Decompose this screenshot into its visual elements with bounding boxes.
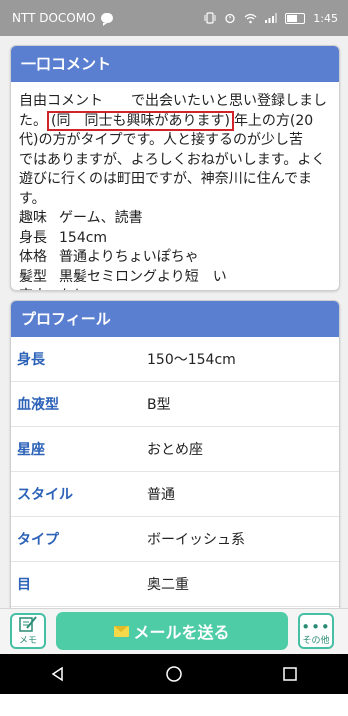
vibrate-icon: [204, 12, 216, 24]
profile-row-eyes: 目 奥二重: [11, 562, 339, 607]
memo-button[interactable]: メモ: [10, 613, 46, 649]
attr-value: 普通よりちょいぽちゃ: [59, 249, 199, 265]
attr-row-height: 身長 154cm: [19, 229, 331, 249]
profile-value: 150〜154cm: [147, 352, 236, 368]
profile-card: プロフィール 身長 150〜154cm 血液型 B型 星座 おとめ座 スタイル 普通 タ…: [10, 300, 340, 608]
home-button[interactable]: [139, 654, 209, 694]
highlighted-phrase: (同 同士も興味があります): [47, 110, 234, 131]
profile-card-title: プロフィール: [11, 301, 339, 337]
attr-value: 154cm: [59, 229, 108, 246]
profile-value: 普通: [147, 487, 175, 503]
battery-icon: [285, 12, 306, 24]
alarm-icon: [225, 13, 235, 24]
profile-row-type: タイプ ボーイッシュ系: [11, 517, 339, 562]
signal-icon: [265, 13, 278, 23]
attr-row-build: 体格 普通よりちょいぽちゃ: [19, 248, 331, 268]
attr-label: 髪型: [19, 268, 47, 285]
scroll-content[interactable]: 一口コメント 自由コメント で出会いたいと思い登録しました。 (同 同士も興味があ…: [0, 36, 348, 608]
attr-value: ゲーム、読書: [59, 210, 143, 226]
profile-value: 奥二重: [147, 577, 189, 593]
memo-icon: [19, 616, 37, 632]
recents-square-icon: [283, 667, 297, 681]
attr-label: 体格: [19, 249, 47, 265]
profile-label: 身長: [17, 352, 45, 368]
send-mail-label: メールを送る: [133, 623, 230, 642]
comment-body: 自由コメント で出会いたいと思い登録しました。 (同 同士も興味があります) 年上の…: [11, 82, 339, 290]
bottom-margin: [0, 694, 348, 716]
wifi-icon: [244, 13, 257, 23]
profile-label: 血液型: [17, 397, 59, 413]
envelope-icon: [114, 625, 130, 637]
profile-label: スタイル: [17, 487, 73, 503]
system-nav-bar: [0, 654, 348, 694]
chat-bubble-icon: [100, 13, 113, 26]
profile-value: B型: [147, 397, 171, 413]
comment-card: 一口コメント 自由コメント で出会いたいと思い登録しました。 (同 同士も興味があ…: [10, 45, 340, 291]
attr-row-hobby: 趣味 ゲーム、読書: [19, 209, 331, 229]
attr-value: 黒髪セミロングより短 い: [59, 268, 227, 285]
more-button[interactable]: ••• その他: [298, 613, 334, 649]
home-circle-icon: [166, 666, 182, 682]
comment-card-title: 一口コメント: [11, 46, 339, 82]
carrier-label: NTT DOCOMO: [12, 11, 96, 25]
profile-value: ボーイッシュ系: [147, 532, 245, 548]
profile-row-blood-type: 血液型 B型: [11, 382, 339, 427]
attr-value: なし: [59, 287, 87, 290]
status-bar: NTT DOCOMO 1:45: [0, 0, 348, 36]
profile-row-height: 身長 150〜154cm: [11, 337, 339, 382]
attr-row-partner: 恋人なし: [19, 287, 331, 290]
comment-text: 自由コメント で出会いたいと思い登録しました。 (同 同士も興味があります) 年上の…: [19, 92, 331, 209]
profile-row-zodiac: 星座 おとめ座: [11, 427, 339, 472]
profile-value: おとめ座: [147, 442, 203, 458]
attr-label: 身長: [19, 229, 47, 246]
send-mail-button[interactable]: メールを送る: [56, 612, 288, 650]
attr-label: 恋人: [19, 287, 59, 290]
attr-label: 趣味: [19, 210, 47, 226]
profile-label: 星座: [17, 442, 45, 458]
attr-row-hair: 髪型 黒髪セミロングより短 い: [19, 268, 331, 288]
more-dots-icon: •••: [301, 618, 331, 636]
more-label: その他: [302, 636, 330, 646]
profile-label: 目: [17, 577, 31, 593]
bottom-action-bar: メモ メールを送る ••• その他: [0, 608, 348, 654]
profile-label: タイプ: [17, 532, 59, 548]
memo-label: メモ: [18, 636, 37, 646]
recents-button[interactable]: [255, 654, 325, 694]
profile-row-style: スタイル 普通: [11, 472, 339, 517]
back-button[interactable]: [23, 654, 93, 694]
clock-time: 1:45: [313, 11, 338, 25]
back-triangle-icon: [51, 666, 63, 682]
